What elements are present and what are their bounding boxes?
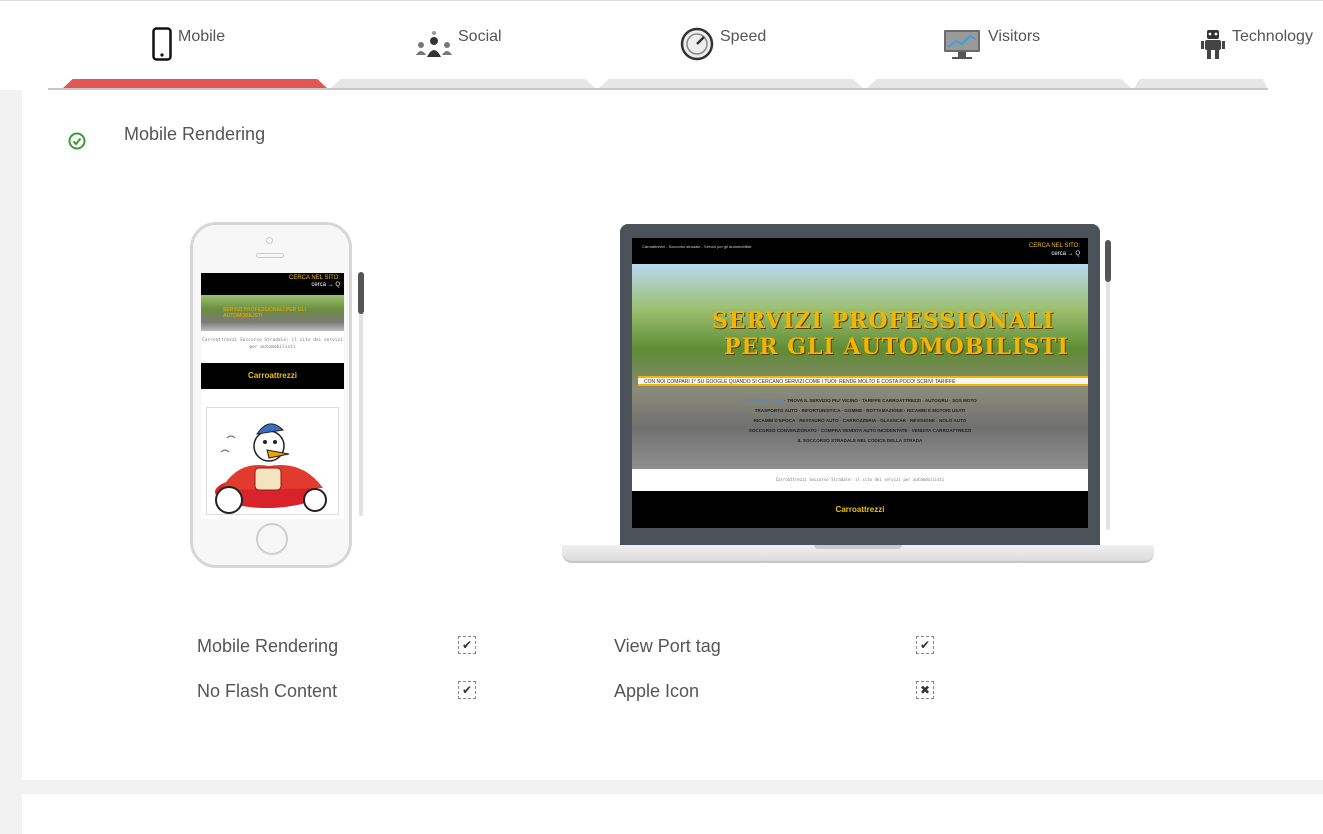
check-box-mobile-rendering: ✔ bbox=[458, 636, 476, 654]
laptop-site-links-row-2: TRASPORTO AUTO · INFORTUNISTICA · GOMME … bbox=[754, 408, 966, 413]
tab-technology[interactable]: Technology bbox=[1200, 1, 1313, 79]
laptop-scrollbar-thumb[interactable] bbox=[1105, 240, 1111, 282]
tab-speed-label: Speed bbox=[720, 28, 767, 45]
tab-speed[interactable]: Speed bbox=[680, 1, 766, 79]
check-box-apple-icon: ✖ bbox=[916, 681, 934, 699]
laptop-site-bar: Carroattrezzi bbox=[632, 491, 1088, 528]
phone-preview: CERCA NEL SITO: cerca → Q SERVIZI PROFES… bbox=[190, 222, 352, 568]
laptop-base bbox=[562, 545, 1154, 563]
phone-scrollbar-thumb[interactable] bbox=[358, 272, 364, 314]
check-box-no-flash: ✔ bbox=[458, 681, 476, 699]
laptop-notch bbox=[814, 545, 902, 549]
check-box-viewport-tag: ✔ bbox=[916, 636, 934, 654]
phone-site-tagline: Carroattrezzi Soccorso Stradale: il sito… bbox=[201, 331, 344, 363]
social-network-icon bbox=[416, 27, 452, 66]
laptop-site-links-row-1: TROVA IL SERVIZIO PIU' VICINO · TARIFFE … bbox=[787, 398, 977, 403]
check-label-no-flash: No Flash Content bbox=[197, 681, 338, 701]
laptop-site-headline-2: PER GLI AUTOMOBILISTI bbox=[724, 334, 1069, 360]
next-panel bbox=[22, 794, 1323, 834]
phone-site-search: CERCA NEL SITO: bbox=[288, 275, 340, 281]
laptop-site-links: UTILITÀ DEL SITO · TROVA IL SERVIZIO PIU… bbox=[632, 396, 1088, 446]
laptop-site-links-row-5: IL SOCCORSO STRADALE NEL CODICE DELLA ST… bbox=[797, 438, 923, 443]
laptop-site-tagline: Carroattrezzi Soccorso Stradale: il sito… bbox=[632, 469, 1088, 491]
phone-camera bbox=[266, 237, 273, 244]
tab-bar: Mobile Social Speed Visitors Technology bbox=[0, 0, 1323, 90]
monitor-chart-icon bbox=[942, 27, 982, 66]
laptop-screen: Carroattrezzi - Soccorso stradale - Serv… bbox=[632, 238, 1088, 528]
robot-icon bbox=[1200, 27, 1226, 66]
check-label-viewport-tag: View Port tag bbox=[614, 636, 721, 656]
mobile-phone-icon bbox=[152, 27, 172, 66]
tab-indicator-strip bbox=[48, 79, 1268, 90]
laptop-preview: Carroattrezzi - Soccorso stradale - Serv… bbox=[620, 224, 1100, 546]
tab-social-label: Social bbox=[458, 28, 502, 45]
laptop-site-hero: SERVIZI PROFESSIONALI PER GLI AUTOMOBILI… bbox=[632, 264, 1088, 469]
section-title: Mobile Rendering bbox=[124, 124, 266, 144]
laptop-site-links-row-3: RICAMBI D'EPOCA · RESTAURO AUTO · CARROZ… bbox=[753, 418, 967, 423]
laptop-site-header: Carroattrezzi - Soccorso stradale - Serv… bbox=[632, 238, 1088, 264]
phone-site-hero: SERVIZI PROFESSIONALI PER GLI AUTOMOBILI… bbox=[201, 295, 344, 331]
laptop-scrollbar-track[interactable] bbox=[1106, 240, 1110, 530]
cartoon-duck-car-image bbox=[206, 407, 339, 515]
phone-site-hero-text: SERVIZI PROFESSIONALI PER GLI AUTOMOBILI… bbox=[223, 307, 306, 319]
check-circle-icon bbox=[68, 132, 86, 150]
laptop-site-search: CERCA NEL SITO: cerca → Q bbox=[1029, 242, 1080, 258]
laptop-site-link-utility: UTILITÀ DEL SITO bbox=[743, 398, 784, 403]
tab-visitors-label: Visitors bbox=[988, 28, 1041, 45]
check-label-apple-icon: Apple Icon bbox=[614, 681, 700, 701]
phone-site-bar: Carroattrezzi bbox=[201, 363, 344, 389]
laptop-site-search-label: CERCA NEL SITO: bbox=[1028, 243, 1080, 249]
phone-site-header: CERCA NEL SITO: cerca → Q bbox=[201, 273, 344, 295]
tab-social[interactable]: Social bbox=[416, 1, 502, 79]
tab-mobile[interactable]: Mobile bbox=[152, 1, 225, 79]
phone-speaker bbox=[256, 253, 284, 258]
laptop-site-ribbon: CON NOI COMPARI 1° SU GOOGLE QUANDO SI C… bbox=[638, 376, 1088, 386]
laptop-site-search-hint: cerca → Q bbox=[1051, 251, 1080, 257]
speedometer-icon bbox=[680, 27, 714, 66]
phone-home-button bbox=[256, 523, 288, 555]
tab-mobile-label: Mobile bbox=[178, 28, 226, 45]
laptop-site-headline-1: SERVIZI PROFESSIONALI bbox=[712, 308, 1055, 334]
phone-site-search-hint: cerca → Q bbox=[311, 282, 340, 288]
laptop-site-meta: Carroattrezzi - Soccorso stradale - Serv… bbox=[642, 244, 752, 249]
check-label-mobile-rendering: Mobile Rendering bbox=[197, 636, 339, 656]
tab-technology-label: Technology bbox=[1232, 28, 1313, 45]
laptop-site-links-row-4: SOCCORSO CONVENZIONATO · COMPRA VENDITA … bbox=[748, 428, 972, 433]
phone-screen: CERCA NEL SITO: cerca → Q SERVIZI PROFES… bbox=[201, 273, 344, 519]
tab-visitors[interactable]: Visitors bbox=[942, 1, 1040, 79]
